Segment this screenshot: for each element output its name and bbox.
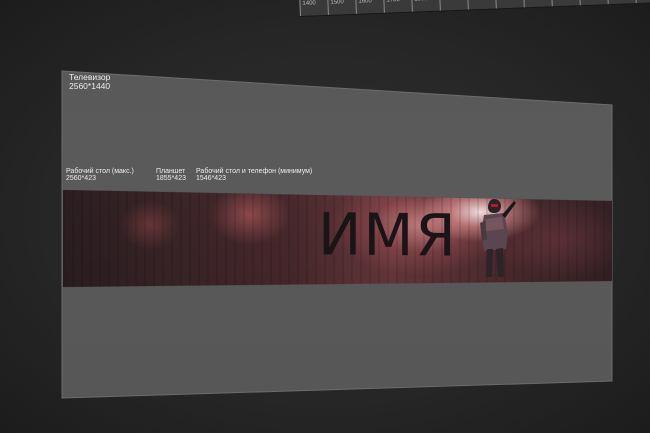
mobile-min-label: Рабочий стол и телефон (минимум) 1546*42… — [196, 168, 312, 183]
ruler-tick: 1800 — [411, 0, 429, 12]
editor-workspace: 1400 1500 1600 1700 1800 1900 2000 2100 … — [0, 0, 650, 433]
ruler-tick: 2300 — [551, 0, 569, 7]
horizontal-ruler[interactable]: 1400 1500 1600 1700 1800 1900 2000 2100 … — [298, 0, 650, 17]
ruler-tick: 1700 — [383, 0, 401, 13]
armed-stalker-figure-icon — [480, 199, 516, 277]
tv-size-label: Телевизор 2560*1440 — [69, 73, 110, 91]
tablet-dimensions: 1855*423 — [156, 175, 186, 183]
ruler-tick: 1400 — [299, 0, 317, 17]
ruler-tick: 1900 — [439, 0, 457, 11]
banner-title-text: ИМЯ — [318, 200, 458, 270]
tv-size-dimensions: 2560*1440 — [69, 80, 111, 91]
ruler-tick: 2200 — [523, 0, 541, 8]
desktop-max-dimensions: 2560*423 — [66, 175, 96, 183]
ruler-tick: 2600 — [635, 0, 650, 4]
ruler-tick: 1600 — [355, 0, 373, 14]
ruler-tick: 2000 — [467, 0, 485, 10]
ruler-tick: 1500 — [327, 0, 345, 15]
ruler-tick: 2500 — [607, 0, 625, 5]
mobile-min-name: Рабочий стол и телефон (минимум) — [196, 168, 313, 175]
mobile-min-dimensions: 1546*423 — [196, 175, 226, 183]
tablet-label: Планшет 1855*423 — [156, 168, 186, 183]
desktop-max-name: Рабочий стол (макс.) — [66, 168, 134, 175]
ruler-tick: 2400 — [579, 0, 597, 6]
ruler-tick: 2100 — [495, 0, 513, 9]
desktop-max-label: Рабочий стол (макс.) 2560*423 — [66, 168, 134, 183]
tablet-name: Планшет — [156, 168, 186, 175]
